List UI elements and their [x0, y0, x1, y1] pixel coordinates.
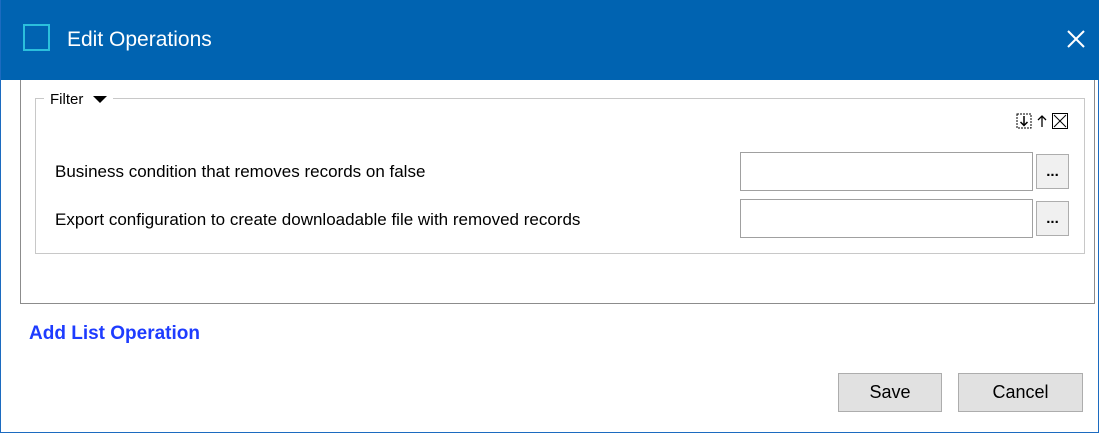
export-configuration-label: Export configuration to create downloada…	[55, 210, 581, 229]
filter-dropdown[interactable]: Filter	[44, 90, 114, 108]
close-button[interactable]	[1057, 20, 1095, 58]
business-condition-field[interactable]	[740, 152, 1033, 191]
arrow-up-icon	[1037, 115, 1047, 127]
close-icon	[1067, 30, 1085, 48]
operation-toolbar	[1015, 112, 1069, 130]
title-bar[interactable]: Edit Operations	[1, 0, 1099, 80]
close-box-icon	[1052, 113, 1068, 129]
save-button[interactable]: Save	[838, 373, 942, 412]
operations-panel: Filter Business condition that removes r…	[20, 80, 1095, 304]
export-configuration-browse-button[interactable]: ...	[1036, 201, 1069, 236]
filter-label: Filter	[50, 90, 84, 108]
edit-operations-dialog: Edit Operations Filter Business conditio…	[0, 0, 1099, 433]
move-down-icon	[1016, 113, 1032, 129]
move-down-button[interactable]	[1015, 112, 1033, 130]
add-list-operation-link[interactable]: Add List Operation	[29, 323, 200, 345]
move-up-button[interactable]	[1033, 112, 1051, 130]
business-condition-label: Business condition that removes records …	[55, 162, 426, 181]
remove-operation-button[interactable]	[1051, 112, 1069, 130]
business-condition-browse-button[interactable]: ...	[1036, 154, 1069, 189]
cancel-button[interactable]: Cancel	[958, 373, 1083, 412]
filter-group: Filter Business condition that removes r…	[35, 90, 1085, 254]
app-window-icon	[23, 24, 50, 51]
triangle-down-icon	[93, 95, 108, 103]
export-configuration-field[interactable]	[740, 199, 1033, 238]
window-title: Edit Operations	[67, 28, 212, 51]
